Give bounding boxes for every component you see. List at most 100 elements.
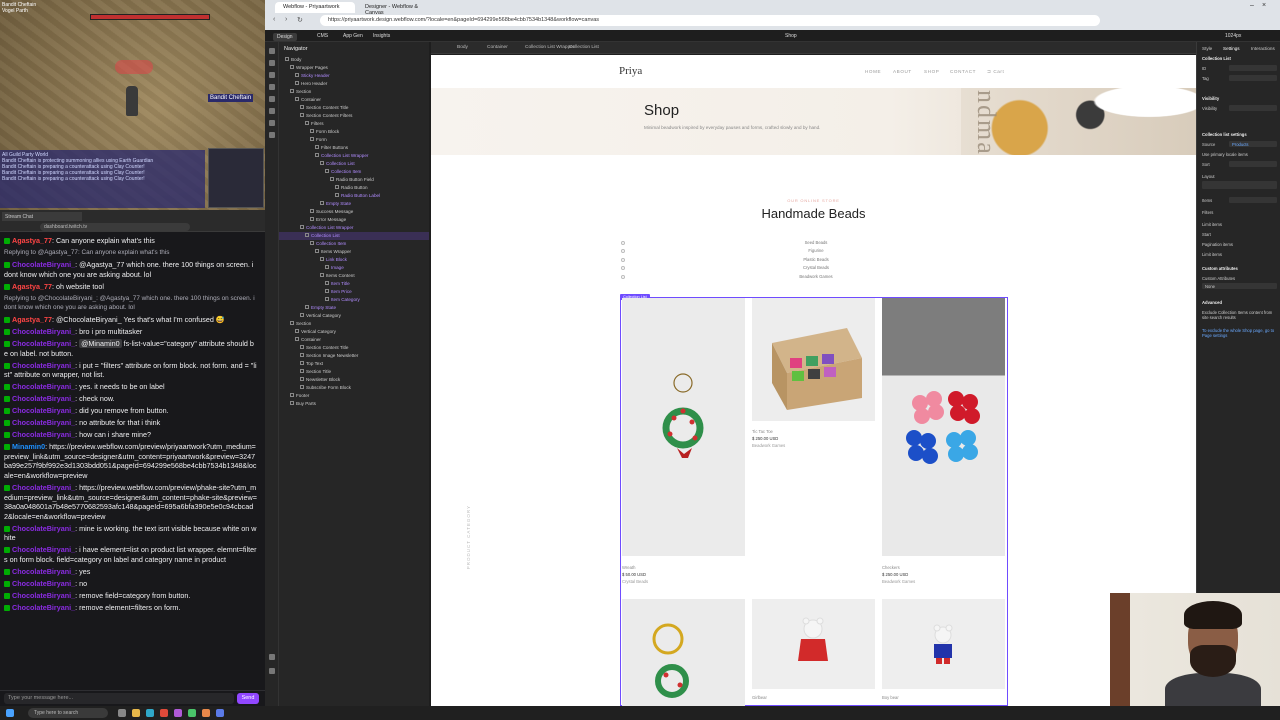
navigator-node[interactable]: Sticky Header <box>279 72 429 80</box>
chat-username[interactable]: ChocolateBiryani_ <box>12 567 75 576</box>
navigator-node[interactable]: Items Wrapper <box>279 248 429 256</box>
tab-interactions[interactable]: Interactions <box>1251 46 1275 51</box>
app-icon[interactable] <box>188 709 196 717</box>
chat-username[interactable]: ChocolateBiryani_ <box>12 406 75 415</box>
chat-username[interactable]: ChocolateBiryani_ <box>12 382 75 391</box>
minimize-icon[interactable]: – <box>1250 2 1254 9</box>
chat-username[interactable]: ChocolateBiryani_ <box>12 260 75 269</box>
chat-mention[interactable]: @Minamin0 <box>79 339 122 349</box>
navigator-node[interactable]: Image <box>279 264 429 272</box>
chat-username[interactable]: ChocolateBiryani_ <box>12 418 75 427</box>
navigator-node[interactable]: Hero Header <box>279 80 429 88</box>
visibility-toggle[interactable] <box>1229 105 1277 111</box>
cms-icon[interactable] <box>269 132 275 138</box>
chat-message-input[interactable]: Type your message here... <box>4 693 234 704</box>
chat-username[interactable]: Minamin0 <box>12 442 45 451</box>
tag-select[interactable] <box>1229 75 1277 81</box>
chat-username[interactable]: ChocolateBiryani_ <box>12 394 75 403</box>
tab-settings[interactable]: Settings <box>1223 46 1240 51</box>
crumb-item[interactable]: Collection List Wrapper <box>525 45 575 50</box>
task-view-icon[interactable] <box>118 709 126 717</box>
navigator-node[interactable]: Vertical Category <box>279 328 429 336</box>
navigator-icon[interactable] <box>269 60 275 66</box>
nav-link-home[interactable]: HOME <box>865 69 881 74</box>
navigator-node[interactable]: Newsletter Block <box>279 376 429 384</box>
navigator-node[interactable]: Item Category <box>279 296 429 304</box>
filter-label[interactable]: Beadwork Games <box>621 273 1011 281</box>
reload-icon[interactable]: ↻ <box>297 16 303 24</box>
navigator-node[interactable]: Collection Item <box>279 240 429 248</box>
product-image-tictactoe[interactable] <box>752 298 875 421</box>
navigator-node[interactable]: Item Price <box>279 288 429 296</box>
navigator-node[interactable]: Container <box>279 96 429 104</box>
chat-username[interactable]: ChocolateBiryani_ <box>12 483 75 492</box>
taskbar-search-input[interactable]: Type here to search <box>28 708 108 718</box>
chat-username[interactable]: ChocolateBiryani_ <box>12 591 75 600</box>
page-settings-link[interactable]: To exclude the whole Shop page, go to Pa… <box>1202 328 1278 338</box>
cart-link[interactable]: ⊐ Cart <box>987 69 1004 75</box>
help-icon[interactable] <box>269 668 275 674</box>
nav-link-about[interactable]: ABOUT <box>893 69 912 74</box>
navigator-node[interactable]: Error Message <box>279 216 429 224</box>
navigator-node[interactable]: Collection List <box>279 232 429 240</box>
windows-start-icon[interactable] <box>6 709 14 717</box>
filter-label[interactable]: Seed Beads <box>621 239 1011 247</box>
product-image-girlbear[interactable] <box>752 599 875 689</box>
components-icon[interactable] <box>269 84 275 90</box>
filter-label[interactable]: Plastic Beads <box>621 256 1011 264</box>
product-image-wreath[interactable] <box>622 298 745 556</box>
settings-section-attributes[interactable]: Custom attributes <box>1202 266 1238 271</box>
navigator-node[interactable]: Link Block <box>279 256 429 264</box>
chat-username[interactable]: ChocolateBiryani_ <box>12 430 75 439</box>
id-input[interactable] <box>1229 65 1277 71</box>
navigator-node[interactable]: Vertical Category <box>279 312 429 320</box>
navigator-node[interactable]: Wrapper Pages <box>279 64 429 72</box>
navigator-node[interactable]: Container <box>279 336 429 344</box>
filter-label[interactable]: Figurine <box>621 247 1011 255</box>
layout-picker[interactable] <box>1202 181 1277 189</box>
navigator-node[interactable]: Empty State <box>279 304 429 312</box>
filter-option[interactable]: Plastic Beads <box>621 256 1011 264</box>
settings-section-visibility[interactable]: Visibility <box>1202 96 1219 101</box>
product-card[interactable]: Wreath $ 50.00 USD Crystal Beads <box>622 298 745 598</box>
canvas-width[interactable]: 1024px <box>1225 33 1241 39</box>
skill-bar[interactable] <box>208 148 264 208</box>
chat-username[interactable]: ChocolateBiryani_ <box>12 545 75 554</box>
navigator-node[interactable]: Subscribe Form Block <box>279 384 429 392</box>
assets-icon[interactable] <box>269 120 275 126</box>
site-logo[interactable]: Priya <box>619 65 642 77</box>
designer-canvas[interactable]: Priya HOME ABOUT SHOP CONTACT ⊐ Cart ndm… <box>431 55 1196 706</box>
settings-label[interactable]: Use primary locale items <box>1202 152 1248 157</box>
navigator-node[interactable]: Top Text <box>279 360 429 368</box>
navigator-node[interactable]: Radio Button <box>279 184 429 192</box>
items-select[interactable] <box>1229 197 1277 203</box>
navigator-node[interactable]: Body <box>279 56 429 64</box>
wf-menu-cms[interactable]: CMS <box>317 33 328 39</box>
navigator-node[interactable]: Section Image Newsletter <box>279 352 429 360</box>
product-card[interactable]: Girlbear <box>752 599 875 706</box>
forward-icon[interactable]: › <box>285 16 287 23</box>
chat-browser-tab[interactable]: Stream Chat <box>2 212 82 221</box>
product-image-boybear[interactable] <box>882 599 1005 689</box>
settings-section-collection[interactable]: Collection list settings <box>1202 132 1247 137</box>
product-name[interactable]: Boy bear <box>882 695 899 700</box>
filter-option[interactable]: Beadwork Games <box>621 273 1011 281</box>
product-card[interactable]: Checkers $ 250.00 USD Beadwork Games <box>882 298 1005 598</box>
browser-url-bar[interactable]: https://priyaartwork.design.webflow.com/… <box>320 15 1100 26</box>
navigator-node[interactable]: Section Content Filters <box>279 112 429 120</box>
product-name[interactable]: Girlbear <box>752 695 767 700</box>
navigator-node[interactable]: Collection List Wrapper <box>279 152 429 160</box>
back-icon[interactable]: ‹ <box>273 16 275 23</box>
product-name[interactable]: Wreath <box>622 565 635 570</box>
nav-link-shop[interactable]: SHOP <box>924 69 939 74</box>
product-card[interactable]: Tic Tac Toe $ 250.00 USD Beadwork Games <box>752 298 875 468</box>
chrome-icon[interactable] <box>160 709 168 717</box>
navigator-node[interactable]: Empty State <box>279 200 429 208</box>
custom-attributes-list[interactable]: None <box>1202 283 1277 289</box>
source-select[interactable]: Products <box>1229 141 1277 147</box>
product-card[interactable]: Boy bear <box>882 599 1005 706</box>
crumb-item[interactable]: Collection List <box>569 45 599 50</box>
game-icon[interactable] <box>174 709 182 717</box>
tab-style[interactable]: Style <box>1202 46 1212 51</box>
chat-username[interactable]: ChocolateBiryani_ <box>12 603 75 612</box>
